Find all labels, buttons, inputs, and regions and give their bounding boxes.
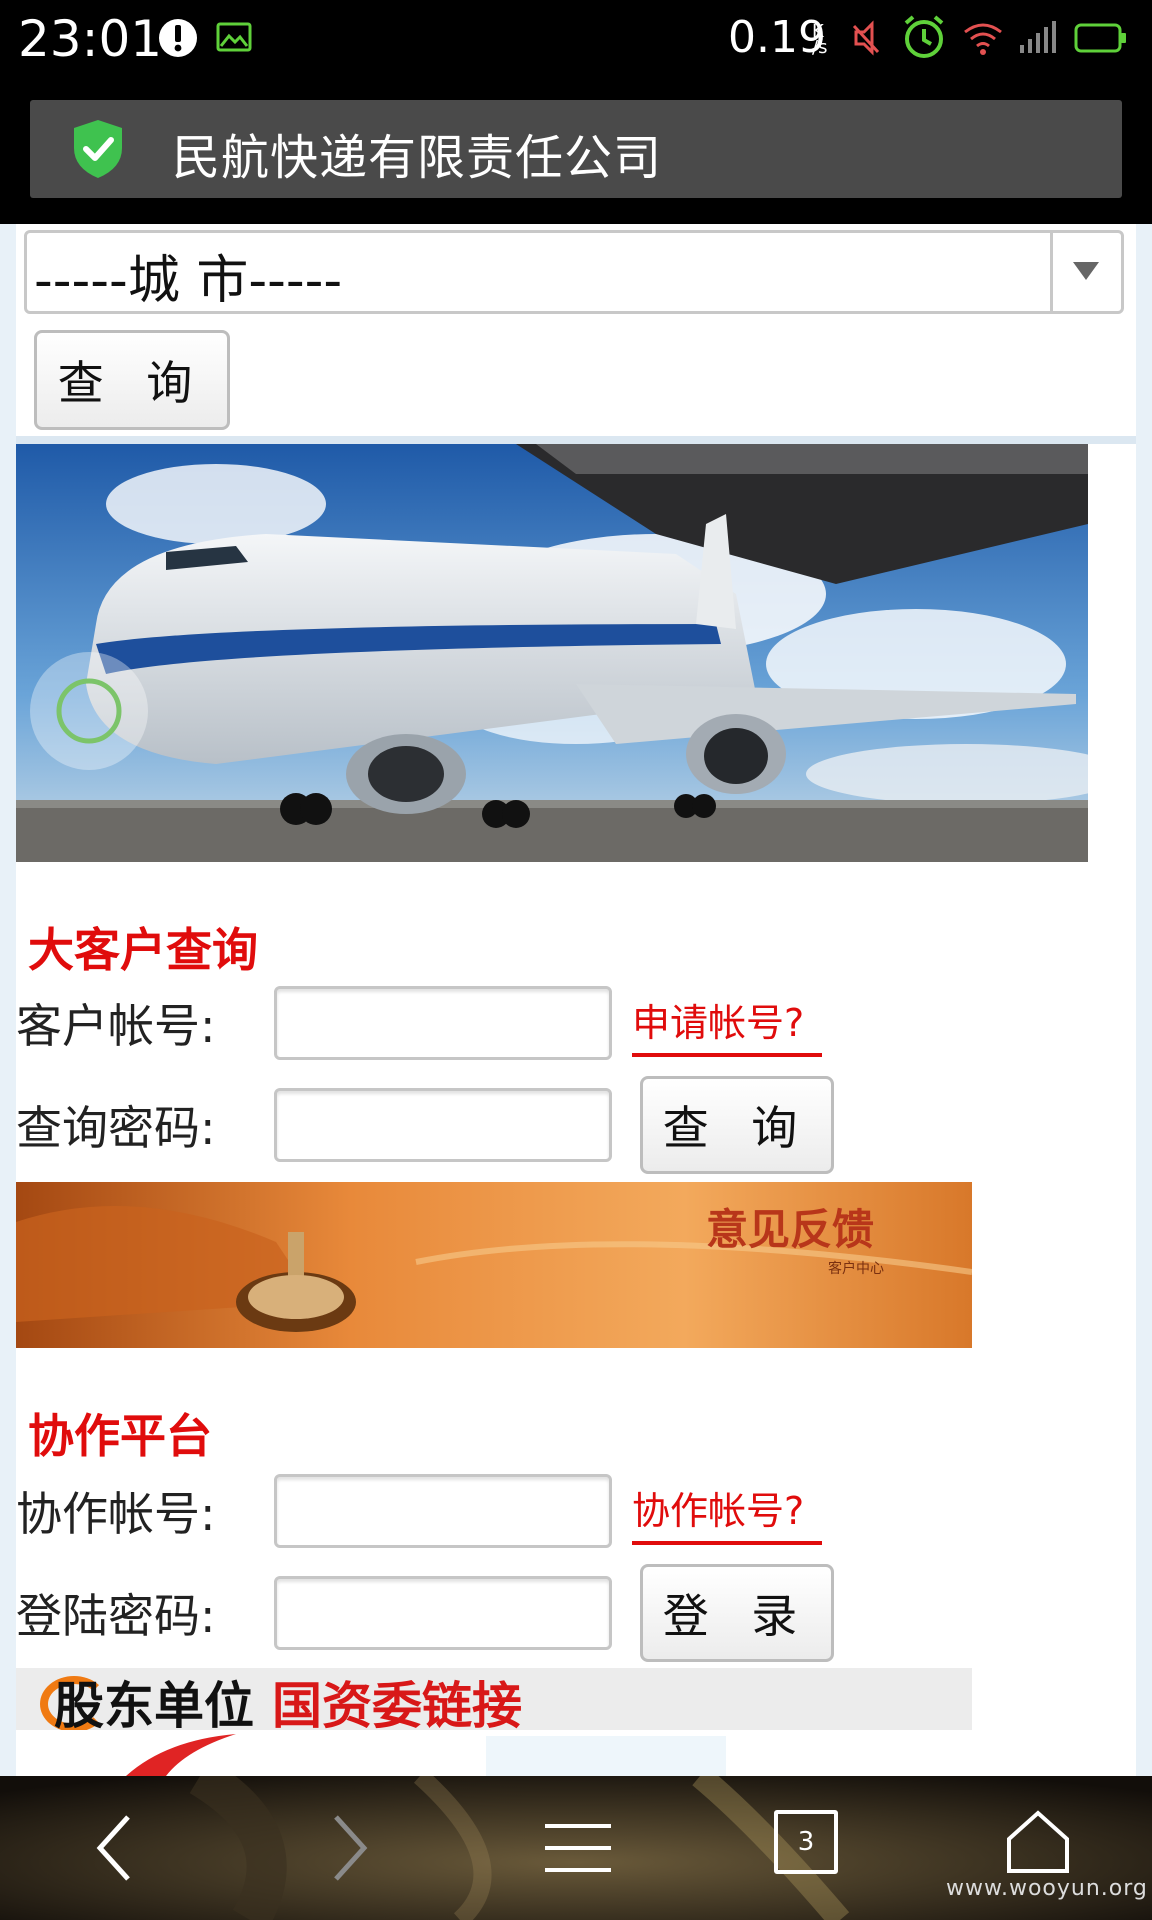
password-input[interactable] xyxy=(274,1088,612,1162)
back-icon[interactable] xyxy=(82,1810,146,1886)
mute-icon xyxy=(852,16,882,60)
watermark: www.wooyun.org xyxy=(946,1876,1148,1901)
city-select-value: -----城 市----- xyxy=(34,251,343,311)
net-speed-unit: K/s xyxy=(812,21,828,58)
shareholder-label: 股东单位 xyxy=(54,1677,254,1735)
login-button[interactable]: 登 录 xyxy=(640,1564,834,1662)
account-input[interactable] xyxy=(274,986,612,1060)
divider xyxy=(16,436,1136,444)
image-icon xyxy=(216,16,252,60)
select-divider xyxy=(1050,233,1053,311)
feedback-banner-text: 意见反馈 xyxy=(706,1205,875,1254)
coop-account-input[interactable] xyxy=(274,1474,612,1548)
vip-query-heading: 大客户查询 xyxy=(28,923,258,977)
coop-password-label: 登陆密码: xyxy=(16,1589,216,1643)
shield-check-icon xyxy=(70,118,126,184)
alert-icon xyxy=(156,16,200,60)
site-title: 民航快递有限责任公司 xyxy=(172,130,663,186)
account-label: 客户帐号: xyxy=(16,999,216,1053)
frame-border-left xyxy=(0,224,16,1776)
apply-account-link[interactable]: 申请帐号? xyxy=(632,992,822,1057)
airplane-banner-image xyxy=(16,444,1088,862)
alarm-icon xyxy=(900,12,948,62)
loading-spinner-icon xyxy=(30,652,148,770)
coop-account-label: 协作帐号: xyxy=(16,1487,216,1541)
password-label: 查询密码: xyxy=(16,1101,216,1155)
vip-query-button[interactable]: 查 询 xyxy=(640,1076,834,1174)
home-icon[interactable] xyxy=(1002,1806,1074,1878)
tabs-icon[interactable]: 3 xyxy=(774,1810,838,1874)
sasac-link[interactable]: 国资委链接 xyxy=(272,1666,522,1738)
partner-logos-strip xyxy=(16,1730,1136,1776)
chevron-down-icon[interactable] xyxy=(1070,258,1102,288)
menu-icon[interactable] xyxy=(538,1816,618,1880)
cooperation-heading: 协作平台 xyxy=(28,1409,212,1463)
wifi-icon xyxy=(962,16,1004,60)
coop-password-input[interactable] xyxy=(274,1576,612,1650)
forward-icon[interactable] xyxy=(318,1810,382,1886)
city-query-button[interactable]: 查 询 xyxy=(34,330,230,430)
battery-icon xyxy=(1074,16,1128,60)
signal-icon xyxy=(1018,16,1058,60)
tabs-count: 3 xyxy=(797,1827,815,1857)
feedback-banner-subtext: 客户中心 xyxy=(828,1261,884,1277)
coop-account-link[interactable]: 协作帐号? xyxy=(632,1480,822,1545)
clock: 23:01 xyxy=(18,10,163,68)
feedback-banner[interactable]: 意见反馈 客户中心 xyxy=(16,1182,972,1348)
frame-border-right xyxy=(1136,224,1152,1776)
